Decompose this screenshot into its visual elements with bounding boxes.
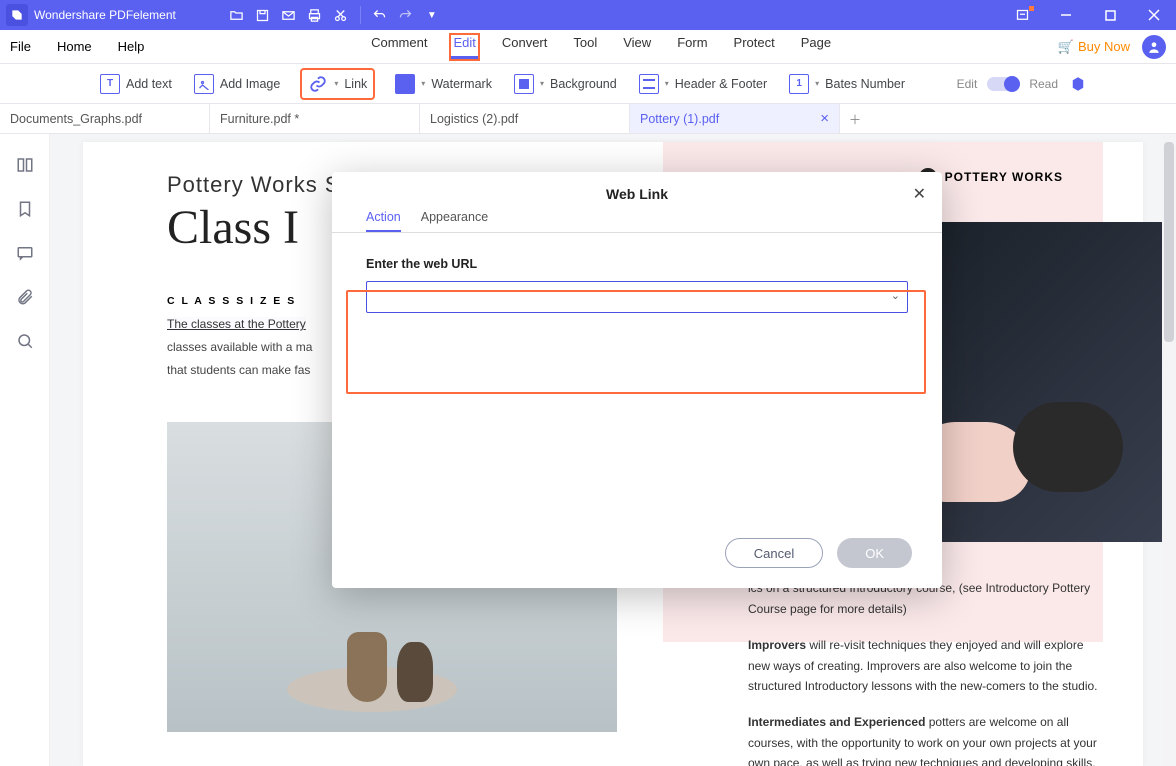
dialog-title: Web Link bbox=[332, 172, 942, 210]
edit-read-toggle[interactable] bbox=[987, 77, 1019, 91]
tab-furniture[interactable]: Furniture.pdf * bbox=[210, 104, 420, 133]
menu-home[interactable]: Home bbox=[57, 39, 92, 54]
url-label: Enter the web URL bbox=[366, 257, 908, 271]
settings-icon[interactable] bbox=[1068, 74, 1088, 94]
cancel-button[interactable]: Cancel bbox=[725, 538, 823, 568]
bookmark-icon[interactable] bbox=[14, 198, 36, 220]
menu-bar: File Home Help Comment Edit Convert Tool… bbox=[0, 30, 1176, 64]
mode-edit-label: Edit bbox=[957, 77, 978, 91]
menu-view[interactable]: View bbox=[621, 35, 653, 59]
url-dropdown-icon[interactable]: ⌄ bbox=[891, 289, 900, 302]
cart-icon: 🛒 bbox=[1058, 39, 1074, 55]
tool-watermark[interactable]: ▾Watermark bbox=[395, 74, 492, 94]
title-bar: Wondershare PDFelement ▼ bbox=[0, 0, 1176, 30]
edit-toolbar: TAdd text Add Image ▾Link ▾Watermark ▾Ba… bbox=[0, 64, 1176, 104]
document-tabs: Documents_Graphs.pdf Furniture.pdf * Log… bbox=[0, 104, 1176, 134]
menu-page[interactable]: Page bbox=[799, 35, 833, 59]
mode-read-label: Read bbox=[1029, 77, 1058, 91]
folder-icon[interactable] bbox=[224, 0, 250, 30]
dialog-tab-action[interactable]: Action bbox=[366, 210, 401, 232]
maximize-button[interactable] bbox=[1088, 0, 1132, 30]
menu-edit[interactable]: Edit bbox=[451, 35, 477, 59]
close-tab-icon[interactable]: × bbox=[820, 110, 829, 127]
dialog-close-button[interactable]: ✕ bbox=[913, 184, 926, 204]
dialog-tabs: Action Appearance bbox=[332, 210, 942, 233]
tab-documents-graphs[interactable]: Documents_Graphs.pdf bbox=[0, 104, 210, 133]
mail-icon[interactable] bbox=[276, 0, 302, 30]
web-link-dialog: Web Link ✕ Action Appearance Enter the w… bbox=[332, 172, 942, 588]
url-input[interactable] bbox=[366, 281, 908, 313]
menu-comment[interactable]: Comment bbox=[369, 35, 429, 59]
thumbnails-icon[interactable] bbox=[14, 154, 36, 176]
menu-protect[interactable]: Protect bbox=[732, 35, 777, 59]
menu-file[interactable]: File bbox=[10, 39, 31, 54]
cut-icon[interactable] bbox=[328, 0, 354, 30]
ok-button[interactable]: OK bbox=[837, 538, 912, 568]
main-area: ▶ POTTERY WORKS Pottery Works Studio Cla… bbox=[0, 134, 1176, 766]
tool-add-text[interactable]: TAdd text bbox=[100, 74, 172, 94]
tool-header-footer[interactable]: ▾Header & Footer bbox=[639, 74, 767, 94]
tool-link[interactable]: ▾Link bbox=[302, 70, 373, 98]
close-button[interactable] bbox=[1132, 0, 1176, 30]
tool-background[interactable]: ▾Background bbox=[514, 74, 617, 94]
avatar[interactable] bbox=[1142, 35, 1166, 59]
tab-pottery[interactable]: Pottery (1).pdf× bbox=[630, 104, 840, 133]
more-icon[interactable]: ▼ bbox=[419, 0, 445, 30]
app-title: Wondershare PDFelement bbox=[34, 8, 196, 22]
menu-tool[interactable]: Tool bbox=[571, 35, 599, 59]
notification-icon[interactable] bbox=[1000, 0, 1044, 30]
dialog-tab-appearance[interactable]: Appearance bbox=[421, 210, 488, 232]
tab-logistics[interactable]: Logistics (2).pdf bbox=[420, 104, 630, 133]
comment-icon[interactable] bbox=[14, 242, 36, 264]
buy-now-button[interactable]: 🛒 Buy Now bbox=[1058, 39, 1130, 55]
save-icon[interactable] bbox=[250, 0, 276, 30]
new-tab-button[interactable]: ＋ bbox=[840, 104, 870, 133]
minimize-button[interactable] bbox=[1044, 0, 1088, 30]
left-sidebar bbox=[0, 134, 50, 766]
search-icon[interactable] bbox=[14, 330, 36, 352]
app-logo bbox=[6, 4, 28, 26]
menu-convert[interactable]: Convert bbox=[500, 35, 550, 59]
undo-icon[interactable] bbox=[367, 0, 393, 30]
attachment-icon[interactable] bbox=[14, 286, 36, 308]
print-icon[interactable] bbox=[302, 0, 328, 30]
vertical-scrollbar[interactable] bbox=[1162, 134, 1176, 766]
selected-text[interactable]: The classes at the Pottery bbox=[167, 317, 306, 331]
menu-help[interactable]: Help bbox=[118, 39, 145, 54]
tool-add-image[interactable]: Add Image bbox=[194, 74, 280, 94]
document-viewport[interactable]: POTTERY WORKS Pottery Works Studio Class… bbox=[50, 134, 1176, 766]
menu-form[interactable]: Form bbox=[675, 35, 709, 59]
tool-bates-number[interactable]: 1▾Bates Number bbox=[789, 74, 905, 94]
redo-icon[interactable] bbox=[393, 0, 419, 30]
